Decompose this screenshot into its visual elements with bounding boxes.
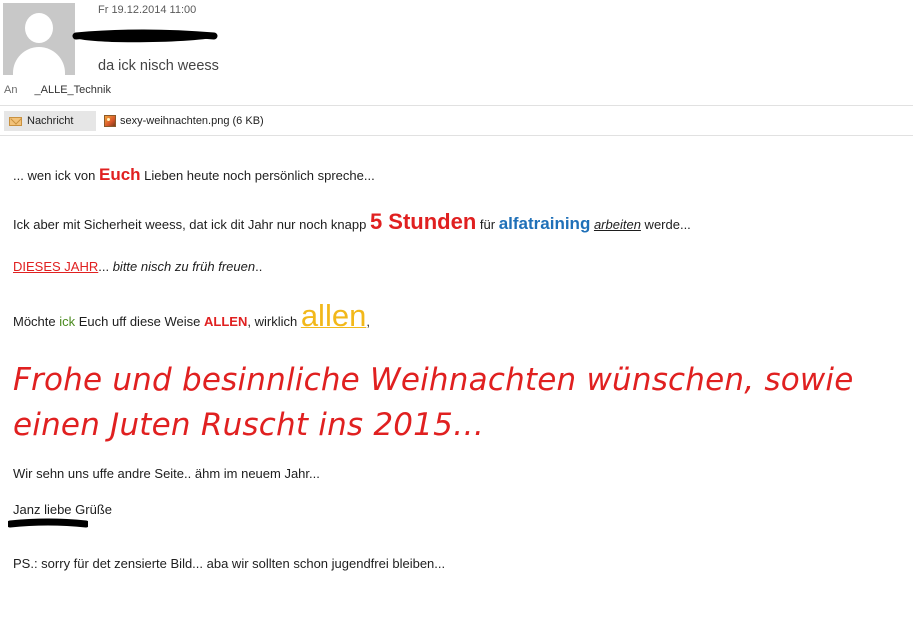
header-divider [0,105,913,106]
avatar-head-shape [25,13,53,43]
line4-text-a: Möchte [13,314,60,329]
line4-comma: , [366,314,370,329]
attachment-item[interactable]: sexy-weihnachten.png (6 KB) [104,111,264,131]
body-line-2: Ick aber mit Sicherheit weess, dat ick d… [13,209,691,235]
stunden-highlight: 5 Stunden [369,209,477,234]
line1-text-a: ... wen ick von [13,168,99,183]
attachment-label: sexy-weihnachten.png (6 KB) [120,115,264,127]
line2-text-a: Ick aber mit Sicherheit weess, dat ick d… [13,217,370,232]
line3-italic: bitte nisch zu früh freuen [109,259,256,274]
body-line-1: ... wen ick von Euch Lieben heute noch p… [13,165,375,185]
line1-text-b: Lieben heute noch persönlich spreche... [140,168,375,183]
message-tab[interactable]: Nachricht [4,111,96,131]
body-line-6: Janz liebe Grüße [13,502,112,517]
message-tab-label: Nachricht [27,115,74,127]
sent-date: Fr 19.12.2014 11:00 [98,4,197,16]
sender-avatar [3,3,75,75]
envelope-icon [9,116,22,126]
allen-big-word: allen [300,298,367,333]
alfatraining-word: alfatraining [498,214,591,233]
email-subject: da ick nisch weess [98,58,219,74]
line3-end: .. [255,259,263,274]
body-line-4: Möchte ick Euch uff diese Weise ALLEN, w… [13,298,370,334]
recipient-name[interactable]: _ALLE_Technik [35,84,111,96]
dieses-jahr-text: DIESES JAHR [13,259,99,274]
body-line-7: PS.: sorry für det zensierte Bild... aba… [13,556,446,571]
signature-redaction [8,518,88,528]
sender-name-redaction [72,29,218,43]
line3-dots: ... [98,259,110,274]
euch-word: Euch [98,165,141,184]
line4-text-b: Euch uff diese Weise [75,314,205,329]
image-file-icon [104,115,116,127]
line2-text-b: werde... [640,217,691,232]
holiday-greeting: Frohe und besinnliche Weihnachten wünsch… [13,362,854,443]
attachments-divider [0,135,913,136]
body-line-3: DIESES JAHR... bitte nisch zu früh freue… [13,259,262,274]
email-reading-pane: Fr 19.12.2014 11:00 da ick nisch weess A… [0,0,913,618]
line4-text-c: , wirklich [247,314,301,329]
arbeiten-word: arbeiten [593,217,641,232]
to-label: An [4,84,18,96]
line2-fuer: für [476,217,499,232]
avatar-body-shape [13,47,65,75]
recipient-row: An _ALLE_Technik [4,84,111,96]
body-line-5: Wir sehn uns uffe andre Seite.. ähm im n… [13,466,320,481]
allen-caps-word: ALLEN [204,314,248,329]
ick-word: ick [59,314,76,329]
